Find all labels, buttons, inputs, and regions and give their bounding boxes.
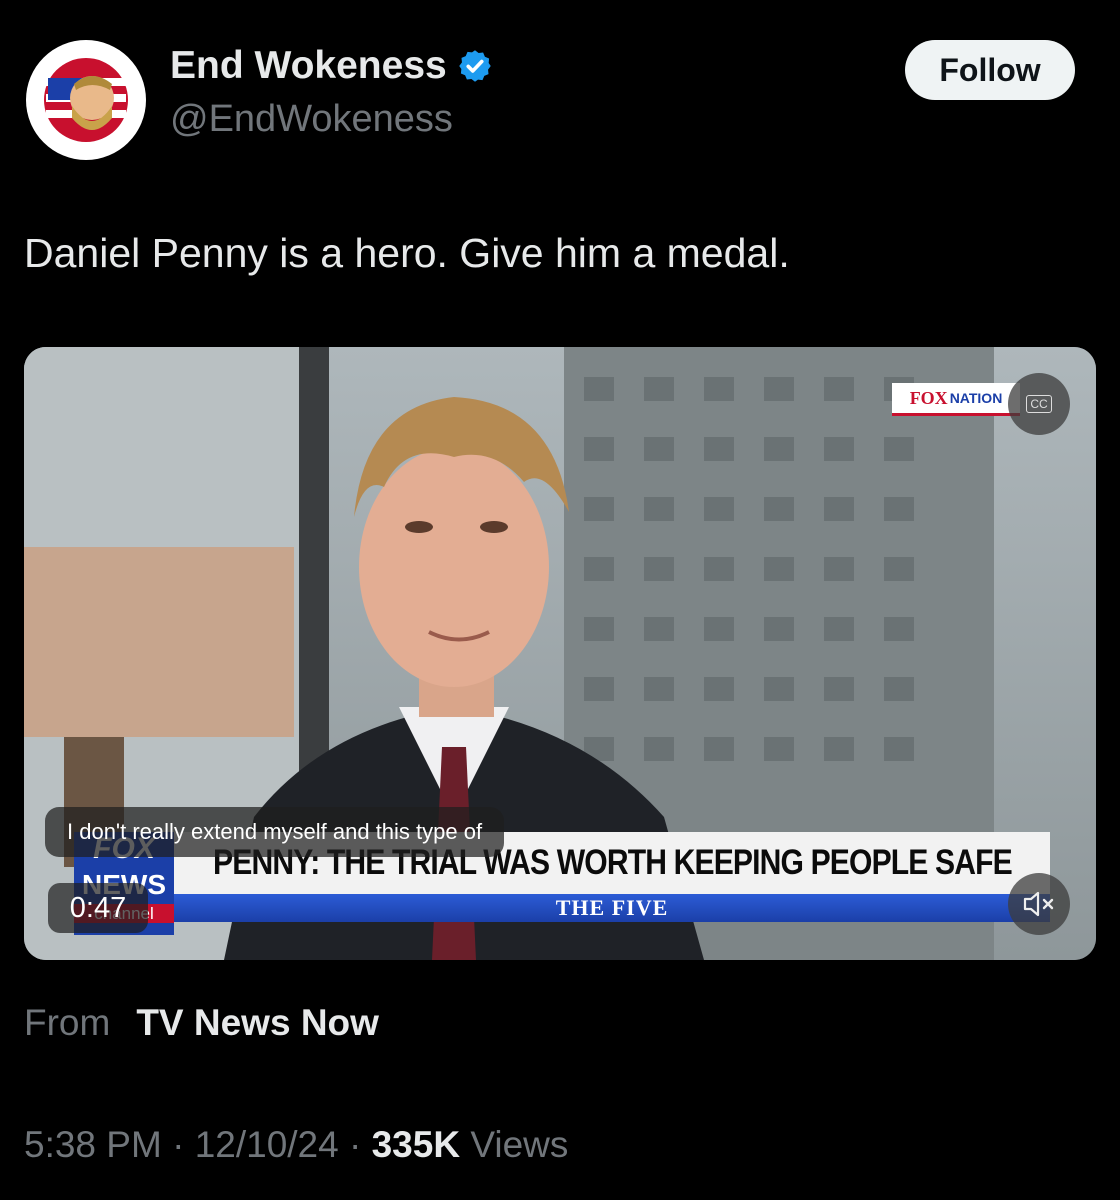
mute-button[interactable] xyxy=(1008,873,1070,935)
author-handle[interactable]: @EndWokeness xyxy=(170,98,453,141)
video-caption: I don't really extend myself and this ty… xyxy=(45,807,505,857)
views-count[interactable]: 335K xyxy=(372,1124,460,1165)
display-name-text[interactable]: End Wokeness xyxy=(170,44,447,88)
show-name-bar: THE FIVE xyxy=(174,894,1050,922)
fox-nation-fox-text: FOX xyxy=(909,387,948,408)
video-source[interactable]: From TV News Now xyxy=(24,1002,379,1044)
tweet-text: Daniel Penny is a hero. Give him a medal… xyxy=(24,230,790,276)
tweet-time[interactable]: 5:38 PM xyxy=(24,1124,162,1165)
source-name[interactable]: TV News Now xyxy=(136,1002,379,1043)
video-elapsed-time: 0:47 xyxy=(48,883,148,933)
avatar[interactable] xyxy=(24,38,148,162)
verified-badge-icon xyxy=(458,50,491,82)
follow-button[interactable]: Follow xyxy=(905,40,1075,100)
captions-button[interactable]: CC xyxy=(1008,373,1070,435)
tweet-date[interactable]: 12/10/24 xyxy=(195,1124,339,1165)
meta-separator: · xyxy=(172,1124,185,1165)
author-display-name[interactable]: End Wokeness xyxy=(170,44,493,88)
fox-nation-nation-text: NATION xyxy=(949,390,1003,406)
mute-icon xyxy=(1023,891,1054,917)
avatar-logo xyxy=(26,40,146,160)
source-prefix: From xyxy=(24,1002,111,1043)
video-player[interactable]: FOX NATION CC PENNY: THE TRIAL WAS WORTH… xyxy=(24,347,1096,960)
cc-icon: CC xyxy=(1026,395,1052,413)
views-label: Views xyxy=(470,1124,569,1165)
meta-separator: · xyxy=(349,1124,362,1165)
tweet-metadata: 5:38 PM · 12/10/24 · 335K Views xyxy=(24,1124,568,1166)
show-name: THE FIVE xyxy=(555,895,669,920)
fox-nation-logo: FOX NATION xyxy=(892,383,1020,416)
